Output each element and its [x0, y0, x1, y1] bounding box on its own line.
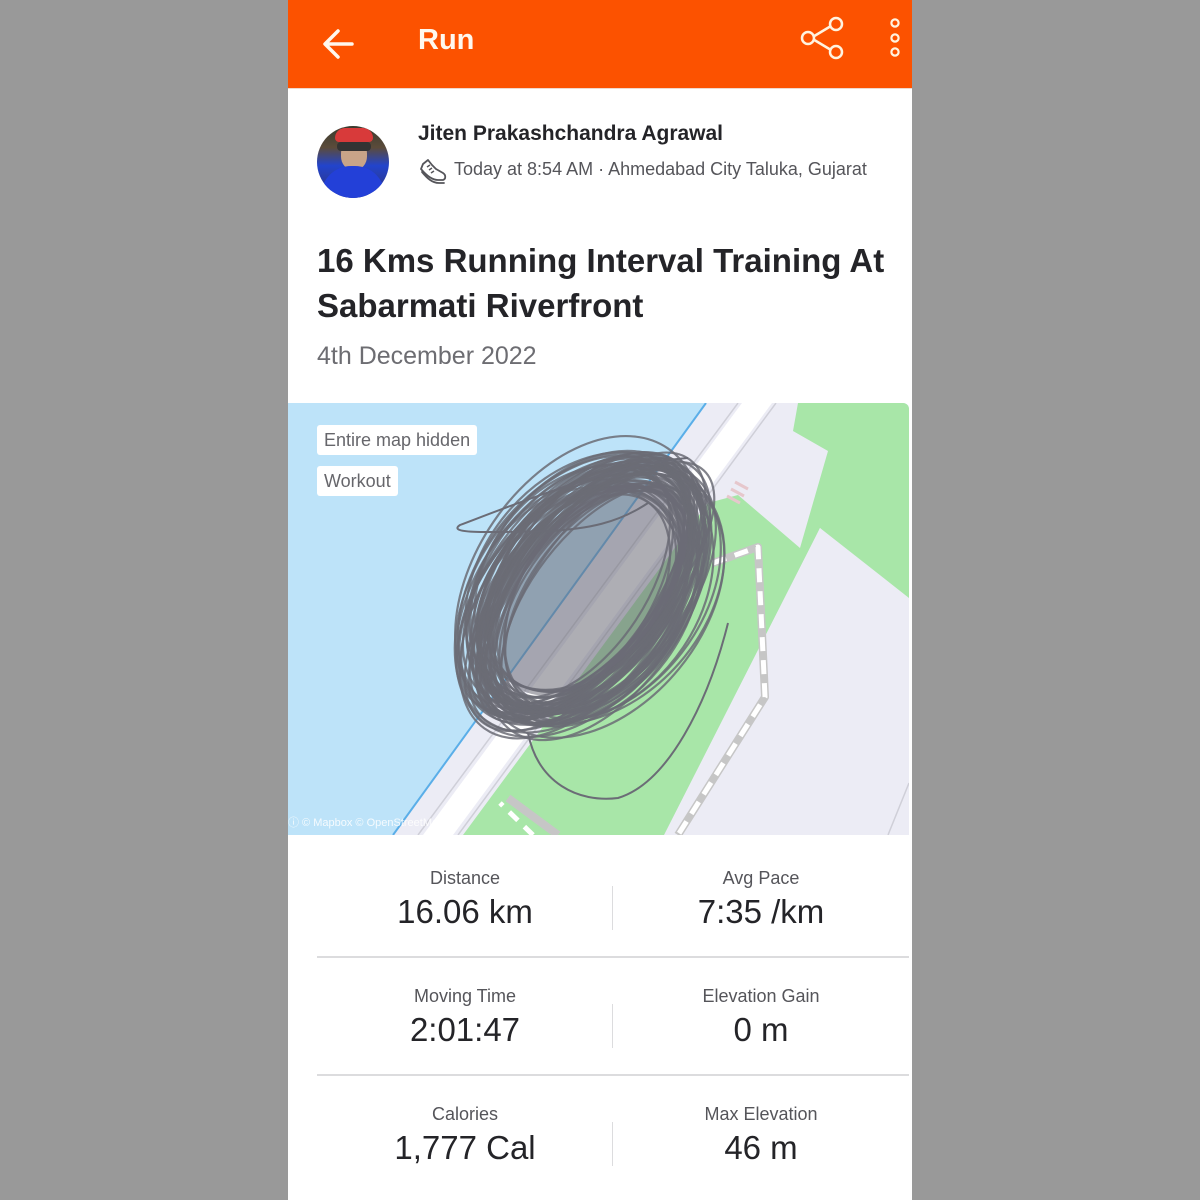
activity-date: 4th December 2022	[317, 342, 537, 370]
stat-value: 0 m	[733, 1011, 789, 1048]
stat-distance: Distance 16.06 km	[317, 840, 613, 932]
stat-label: Distance	[429, 868, 501, 888]
stat-avg-pace: Avg Pace 7:35 /km	[613, 840, 909, 932]
stat-elevation-gain: Elevation Gain 0 m	[613, 958, 909, 1050]
avatar[interactable]	[317, 126, 389, 198]
athlete-name[interactable]: Jiten Prakashchandra Agrawal	[418, 120, 723, 148]
stat-value: 46 m	[724, 1129, 798, 1166]
stat-value: 16.06 km	[397, 893, 533, 930]
more-vertical-icon	[890, 18, 900, 57]
stat-label: Elevation Gain	[702, 986, 820, 1006]
activity-meta: Today at 8:54 AM · Ahmedabad City Taluka…	[454, 159, 867, 179]
stat-max-elevation: Max Elevation 46 m	[613, 1076, 909, 1168]
share-icon	[800, 16, 844, 60]
stat-calories: Calories 1,777 Cal	[317, 1076, 613, 1168]
app-bar: Run	[288, 0, 912, 89]
route-map[interactable]: Entire map hidden Workout ⓘ © Mapbox © O…	[288, 403, 909, 835]
stat-value: 1,777 Cal	[394, 1129, 536, 1166]
stats-row: Calories 1,777 Cal Max Elevation 46 m	[317, 1076, 909, 1192]
stat-label: Avg Pace	[722, 868, 800, 888]
stat-value: 2:01:47	[409, 1011, 521, 1048]
arrow-left-icon	[323, 29, 354, 59]
map-attribution[interactable]: ⓘ © Mapbox © OpenStreetMap	[288, 815, 444, 831]
more-options-button[interactable]	[884, 14, 912, 74]
share-button[interactable]	[796, 14, 856, 74]
stat-value: 7:35 /km	[697, 893, 825, 930]
stats-grid: Distance 16.06 km Avg Pace 7:35 /km Movi…	[317, 840, 909, 1192]
page-title: Run	[418, 24, 475, 56]
workout-type-chip: Workout	[317, 466, 398, 496]
map-privacy-chip: Entire map hidden	[317, 425, 478, 455]
stat-label: Calories	[431, 1104, 499, 1124]
stat-label: Moving Time	[413, 986, 517, 1006]
running-shoe-icon	[420, 159, 447, 184]
stats-row: Moving Time 2:01:47 Elevation Gain 0 m	[317, 958, 909, 1076]
stats-row: Distance 16.06 km Avg Pace 7:35 /km	[317, 840, 909, 958]
back-button[interactable]	[316, 20, 364, 68]
stat-label: Max Elevation	[704, 1104, 818, 1124]
phone-screen: Run Jiten Prakashchandra Agrawal Today a…	[288, 0, 912, 1200]
stat-moving-time: Moving Time 2:01:47	[317, 958, 613, 1050]
activity-title: 16 Kms Running Interval Training At Saba…	[317, 242, 885, 324]
